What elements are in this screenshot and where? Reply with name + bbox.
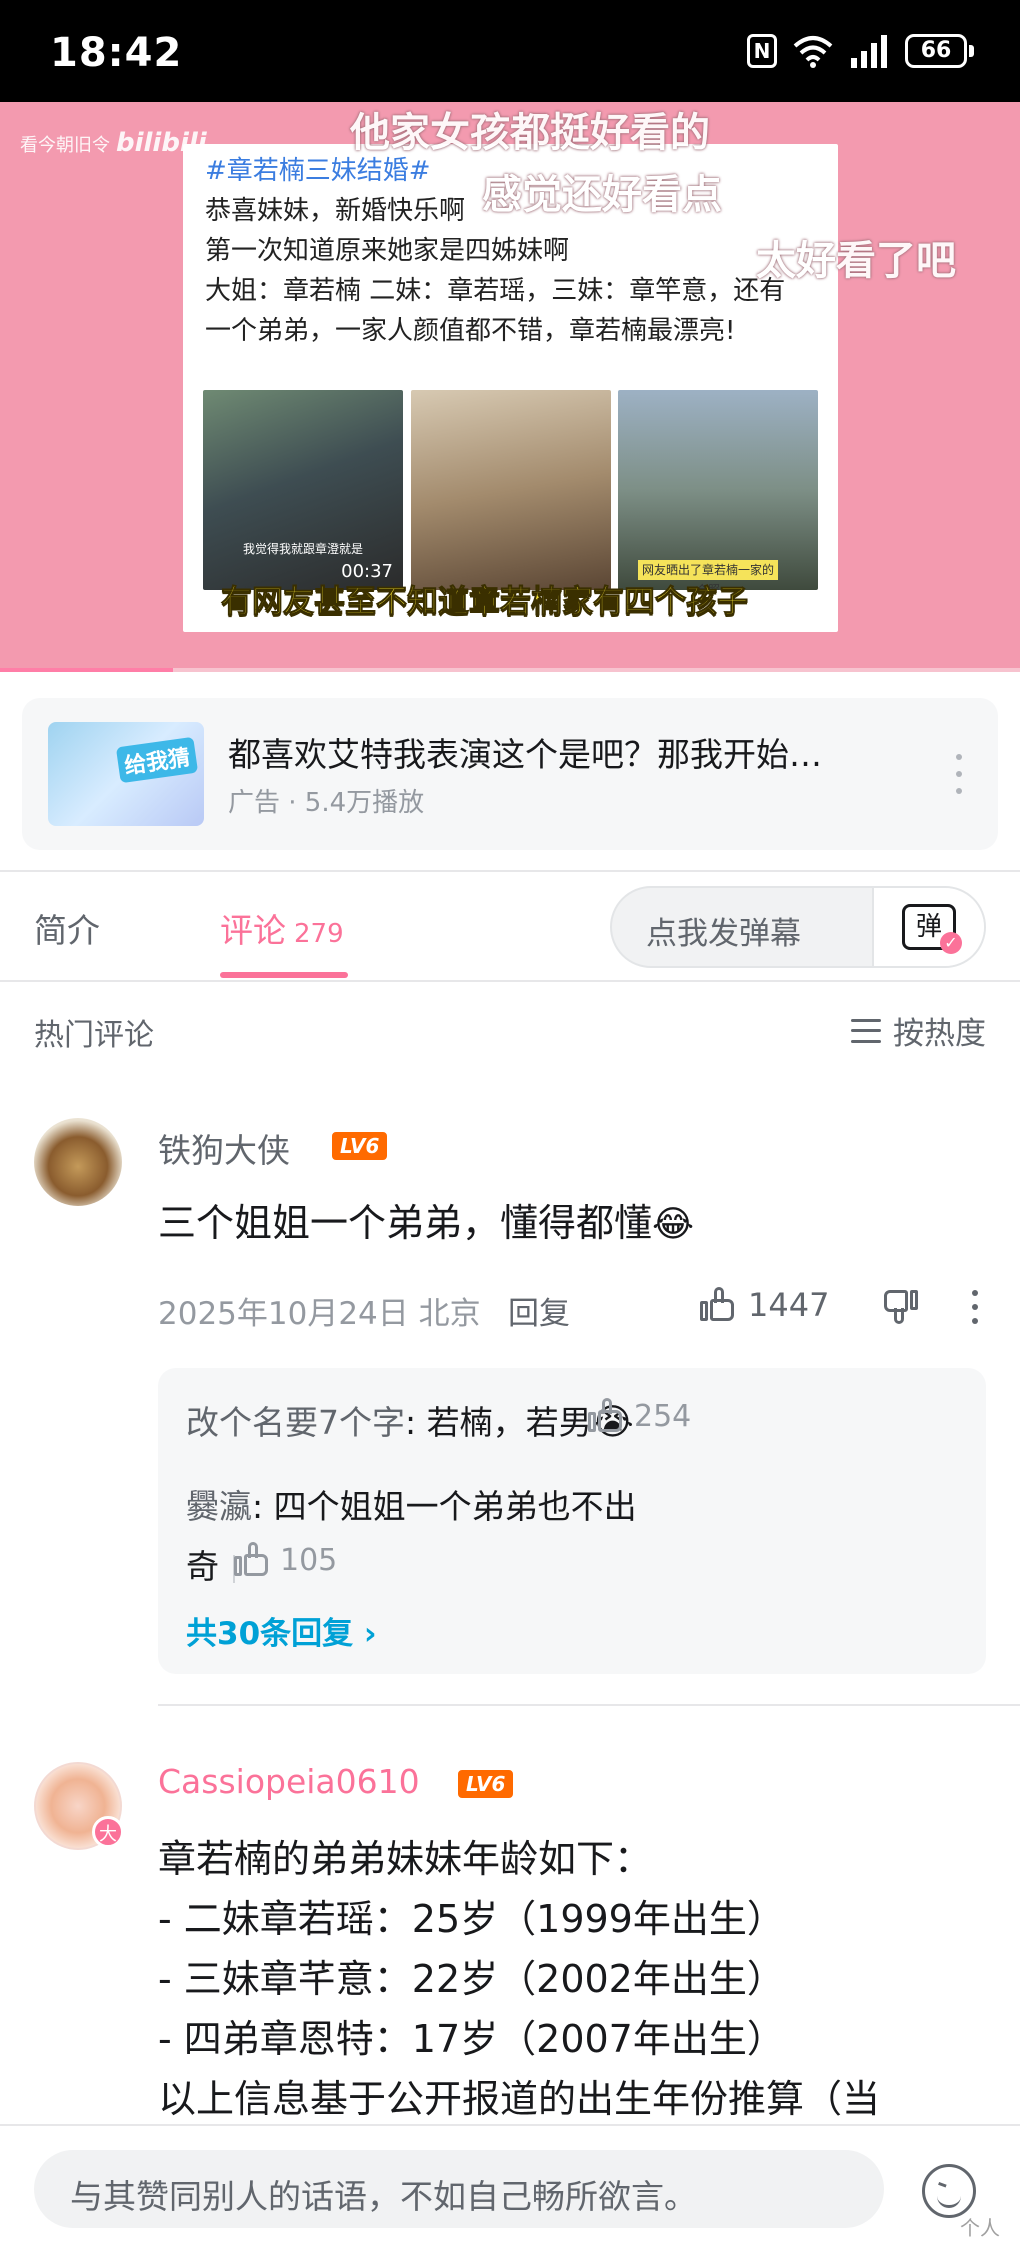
card-line: 恭喜妹妹，新婚快乐啊: [205, 196, 466, 226]
status-bar: 18:42 N 66: [0, 0, 1020, 102]
comment-input[interactable]: 与其赞同别人的话语，不如自己畅所欲言。: [34, 2150, 884, 2228]
danmaku-toggle-button[interactable]: 弹 ✓: [872, 888, 984, 966]
status-time: 18:42: [50, 30, 183, 76]
more-vertical-icon[interactable]: [972, 1290, 978, 1324]
battery-level: 66: [905, 34, 967, 68]
reply-item: 爨瀛: 四个姐姐一个弟弟也不出: [186, 1487, 637, 1526]
watermark: 个人: [960, 2216, 1000, 2240]
video-watermark: 看今朝旧令 bilibili: [20, 128, 207, 158]
thumbs-up-icon: [234, 1542, 270, 1578]
laughing-emoji-icon: 😂: [652, 1204, 695, 1245]
danmaku-text: 他家女孩都挺好看的: [350, 110, 710, 156]
more-vertical-icon[interactable]: [956, 754, 964, 794]
thumbs-down-icon[interactable]: [882, 1288, 918, 1324]
video-progress-bar[interactable]: [0, 668, 1020, 672]
check-icon: ✓: [940, 932, 962, 954]
danmaku-text: 感觉还好看点: [482, 172, 722, 218]
video-thumbnail-3: 网友晒出了章若楠一家的合照: [618, 390, 818, 590]
danmaku-placeholder: 点我发弹幕: [646, 916, 801, 952]
danmaku-text: 太好看了吧: [756, 238, 956, 284]
ad-meta: 广告 · 5.4万播放: [228, 788, 425, 818]
comment-line: - 三妹章芊意：22岁（2002年出生）: [158, 1957, 785, 2001]
status-icons: N 66: [747, 34, 974, 68]
level-badge: LV6: [332, 1132, 388, 1160]
comment-username[interactable]: 铁狗大侠: [158, 1124, 290, 1172]
vip-badge: 大: [92, 1816, 124, 1848]
comment-line: - 四弟章恩特：17岁（2007年出生）: [158, 2017, 785, 2061]
like-count: 1447: [748, 1286, 830, 1324]
video-thumbnail-1: 我觉得我就跟章澄就是 00:37: [203, 390, 403, 590]
card-line: 大姐：章若楠 二妹：章若瑶，三妹：章竿意，还有: [205, 276, 786, 306]
reply-button[interactable]: 回复: [508, 1288, 570, 1333]
card-line: 一个弟弟，一家人颜值都不错，章若楠最漂亮!: [205, 316, 736, 346]
reply-preview[interactable]: 改个名要7个字: 若楠，若男😭 254 爨瀛: 四个姐姐一个弟弟也不出 奇 10…: [158, 1368, 986, 1674]
comment-line: 章若楠的弟弟妹妹年龄如下：: [158, 1837, 653, 1881]
comment-line: - 二妹章若瑶：25岁（1999年出生）: [158, 1897, 785, 1941]
ad-title: 都喜欢艾特我表演这个是吧？那我开始…: [228, 735, 822, 774]
ad-thumbnail: 给我猜: [48, 722, 204, 826]
danmaku-input[interactable]: 点我发弹幕 弹 ✓: [610, 886, 986, 968]
comment-input-placeholder: 与其赞同别人的话语，不如自己畅所欲言。: [70, 2177, 697, 2216]
tab-intro[interactable]: 简介: [34, 904, 100, 952]
divider: [0, 980, 1020, 982]
sort-icon: [851, 1018, 881, 1043]
thumbs-up-icon: [588, 1398, 624, 1434]
divider: [0, 870, 1020, 872]
comment-text: 三个姐姐一个弟弟，懂得都懂😂: [158, 1201, 695, 1245]
video-thumbnail-2: [411, 390, 611, 590]
emoji-icon[interactable]: [922, 2164, 976, 2218]
video-progress-fill: [0, 668, 174, 672]
divider: [158, 1704, 1020, 1706]
wifi-icon: [793, 36, 833, 68]
nfc-icon: N: [747, 34, 777, 68]
thumbs-up-icon: [700, 1287, 736, 1323]
comment-date-location: 2025年10月24日 北京: [158, 1296, 481, 1332]
reply-like-button[interactable]: 105: [234, 1542, 337, 1578]
comment-count: 279: [294, 919, 344, 949]
comment-input-bar: 与其赞同别人的话语，不如自己畅所欲言。: [0, 2124, 1020, 2250]
tab-comments[interactable]: 评论 279: [220, 904, 344, 952]
comment-line: 以上信息基于公开报道的出生年份推算（当: [158, 2077, 881, 2121]
hot-comments-label: 热门评论: [34, 1018, 154, 1053]
signal-icon: [851, 35, 887, 68]
reply-username[interactable]: 改个名要7个字: [186, 1403, 405, 1442]
view-all-replies-link[interactable]: 共30条回复 ›: [186, 1608, 377, 1653]
video-player[interactable]: 看今朝旧令 bilibili #章若楠三妹结婚# 恭喜妹妹，新婚快乐啊 第一次知道…: [0, 102, 1020, 672]
video-subtitle: 有网友甚至不知道章若楠家有四个孩子: [221, 584, 749, 621]
like-button[interactable]: 1447: [700, 1286, 829, 1324]
ad-card[interactable]: 给我猜 都喜欢艾特我表演这个是吧？那我开始… 广告 · 5.4万播放: [22, 698, 998, 850]
sort-button[interactable]: 按热度: [851, 1008, 986, 1053]
avatar[interactable]: [34, 1118, 122, 1206]
reply-like-button[interactable]: 254: [588, 1398, 691, 1434]
reply-username[interactable]: 爨瀛: [186, 1487, 252, 1526]
battery-icon: 66: [905, 34, 974, 68]
tab-active-indicator: [220, 972, 348, 978]
card-line: 第一次知道原来她家是四姊妹啊: [205, 236, 570, 266]
comment-username[interactable]: Cassiopeia0610: [158, 1762, 420, 1801]
level-badge: LV6: [458, 1770, 514, 1798]
reply-item: 改个名要7个字: 若楠，若男😭: [186, 1402, 634, 1443]
